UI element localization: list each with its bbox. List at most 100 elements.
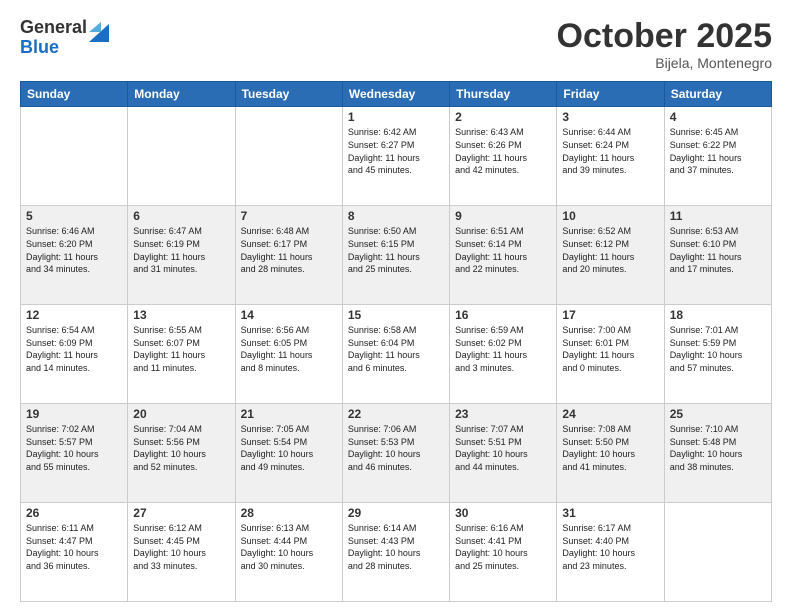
- day-number: 6: [133, 209, 229, 223]
- day-number: 19: [26, 407, 122, 421]
- calendar-cell: 16 Sunrise: 6:59 AM Sunset: 6:02 PM Dayli…: [450, 305, 557, 404]
- day-number: 26: [26, 506, 122, 520]
- calendar-cell: 5 Sunrise: 6:46 AM Sunset: 6:20 PM Daylig…: [21, 206, 128, 305]
- calendar-week-row: 5 Sunrise: 6:46 AM Sunset: 6:20 PM Daylig…: [21, 206, 772, 305]
- day-info: Sunrise: 7:08 AM Sunset: 5:50 PM Dayligh…: [562, 423, 658, 473]
- day-number: 15: [348, 308, 444, 322]
- calendar-cell: 24 Sunrise: 7:08 AM Sunset: 5:50 PM Dayli…: [557, 404, 664, 503]
- calendar-cell: 29 Sunrise: 6:14 AM Sunset: 4:43 PM Dayli…: [342, 503, 449, 602]
- calendar-cell: 1Sunrise: 6:42 AM Sunset: 6:27 PM Daylig…: [342, 107, 449, 206]
- day-number: 4: [670, 110, 766, 124]
- calendar-header-row: Sunday Monday Tuesday Wednesday Thursday…: [21, 82, 772, 107]
- day-info: Sunrise: 6:13 AM Sunset: 4:44 PM Dayligh…: [241, 522, 337, 572]
- day-number: 30: [455, 506, 551, 520]
- day-info: Sunrise: 7:06 AM Sunset: 5:53 PM Dayligh…: [348, 423, 444, 473]
- title-block: October 2025 Bijela, Montenegro: [557, 18, 772, 71]
- col-monday: Monday: [128, 82, 235, 107]
- day-number: 24: [562, 407, 658, 421]
- day-info: Sunrise: 6:42 AM Sunset: 6:27 PM Dayligh…: [348, 126, 444, 176]
- calendar-cell: [128, 107, 235, 206]
- calendar-cell: 9 Sunrise: 6:51 AM Sunset: 6:14 PM Daylig…: [450, 206, 557, 305]
- calendar-week-row: 26Sunrise: 6:11 AM Sunset: 4:47 PM Dayli…: [21, 503, 772, 602]
- header: General Blue October 2025 Bijela, Monten…: [20, 18, 772, 71]
- calendar-cell: [21, 107, 128, 206]
- day-info: Sunrise: 6:16 AM Sunset: 4:41 PM Dayligh…: [455, 522, 551, 572]
- col-thursday: Thursday: [450, 82, 557, 107]
- day-number: 10: [562, 209, 658, 223]
- day-info: Sunrise: 6:54 AM Sunset: 6:09 PM Dayligh…: [26, 324, 122, 374]
- day-number: 9: [455, 209, 551, 223]
- day-info: Sunrise: 7:10 AM Sunset: 5:48 PM Dayligh…: [670, 423, 766, 473]
- day-info: Sunrise: 6:14 AM Sunset: 4:43 PM Dayligh…: [348, 522, 444, 572]
- calendar-cell: 12 Sunrise: 6:54 AM Sunset: 6:09 PM Dayli…: [21, 305, 128, 404]
- calendar-cell: 22 Sunrise: 7:06 AM Sunset: 5:53 PM Dayli…: [342, 404, 449, 503]
- day-info: Sunrise: 6:46 AM Sunset: 6:20 PM Dayligh…: [26, 225, 122, 275]
- day-number: 2: [455, 110, 551, 124]
- calendar-cell: 20Sunrise: 7:04 AM Sunset: 5:56 PM Dayli…: [128, 404, 235, 503]
- day-number: 11: [670, 209, 766, 223]
- calendar-cell: 23Sunrise: 7:07 AM Sunset: 5:51 PM Dayli…: [450, 404, 557, 503]
- logo-blue-text: Blue: [20, 38, 87, 58]
- day-info: Sunrise: 6:52 AM Sunset: 6:12 PM Dayligh…: [562, 225, 658, 275]
- day-info: Sunrise: 7:01 AM Sunset: 5:59 PM Dayligh…: [670, 324, 766, 374]
- calendar-cell: 14 Sunrise: 6:56 AM Sunset: 6:05 PM Dayli…: [235, 305, 342, 404]
- calendar-table: Sunday Monday Tuesday Wednesday Thursday…: [20, 81, 772, 602]
- day-number: 13: [133, 308, 229, 322]
- day-number: 23: [455, 407, 551, 421]
- day-number: 5: [26, 209, 122, 223]
- calendar-cell: 4 Sunrise: 6:45 AM Sunset: 6:22 PM Daylig…: [664, 107, 771, 206]
- day-info: Sunrise: 6:44 AM Sunset: 6:24 PM Dayligh…: [562, 126, 658, 176]
- logo: General Blue: [20, 18, 109, 58]
- calendar-cell: 11 Sunrise: 6:53 AM Sunset: 6:10 PM Dayli…: [664, 206, 771, 305]
- day-number: 14: [241, 308, 337, 322]
- day-info: Sunrise: 6:56 AM Sunset: 6:05 PM Dayligh…: [241, 324, 337, 374]
- day-number: 12: [26, 308, 122, 322]
- day-info: Sunrise: 6:17 AM Sunset: 4:40 PM Dayligh…: [562, 522, 658, 572]
- month-title: October 2025: [557, 18, 772, 55]
- day-info: Sunrise: 6:45 AM Sunset: 6:22 PM Dayligh…: [670, 126, 766, 176]
- day-number: 16: [455, 308, 551, 322]
- day-number: 18: [670, 308, 766, 322]
- calendar-cell: 27Sunrise: 6:12 AM Sunset: 4:45 PM Dayli…: [128, 503, 235, 602]
- day-info: Sunrise: 6:53 AM Sunset: 6:10 PM Dayligh…: [670, 225, 766, 275]
- calendar-cell: 18 Sunrise: 7:01 AM Sunset: 5:59 PM Dayli…: [664, 305, 771, 404]
- day-info: Sunrise: 6:55 AM Sunset: 6:07 PM Dayligh…: [133, 324, 229, 374]
- calendar-cell: 17Sunrise: 7:00 AM Sunset: 6:01 PM Dayli…: [557, 305, 664, 404]
- calendar-cell: 31Sunrise: 6:17 AM Sunset: 4:40 PM Dayli…: [557, 503, 664, 602]
- col-tuesday: Tuesday: [235, 82, 342, 107]
- calendar-cell: 15 Sunrise: 6:58 AM Sunset: 6:04 PM Dayli…: [342, 305, 449, 404]
- day-info: Sunrise: 7:04 AM Sunset: 5:56 PM Dayligh…: [133, 423, 229, 473]
- calendar-cell: 25 Sunrise: 7:10 AM Sunset: 5:48 PM Dayli…: [664, 404, 771, 503]
- day-number: 22: [348, 407, 444, 421]
- col-sunday: Sunday: [21, 82, 128, 107]
- calendar-week-row: 1Sunrise: 6:42 AM Sunset: 6:27 PM Daylig…: [21, 107, 772, 206]
- day-number: 25: [670, 407, 766, 421]
- col-saturday: Saturday: [664, 82, 771, 107]
- day-info: Sunrise: 6:48 AM Sunset: 6:17 PM Dayligh…: [241, 225, 337, 275]
- day-info: Sunrise: 7:02 AM Sunset: 5:57 PM Dayligh…: [26, 423, 122, 473]
- page: General Blue October 2025 Bijela, Monten…: [0, 0, 792, 612]
- col-friday: Friday: [557, 82, 664, 107]
- calendar-week-row: 12 Sunrise: 6:54 AM Sunset: 6:09 PM Dayli…: [21, 305, 772, 404]
- calendar-cell: 19 Sunrise: 7:02 AM Sunset: 5:57 PM Dayli…: [21, 404, 128, 503]
- day-number: 27: [133, 506, 229, 520]
- day-info: Sunrise: 6:58 AM Sunset: 6:04 PM Dayligh…: [348, 324, 444, 374]
- day-info: Sunrise: 7:05 AM Sunset: 5:54 PM Dayligh…: [241, 423, 337, 473]
- location: Bijela, Montenegro: [557, 55, 772, 71]
- calendar-cell: 2Sunrise: 6:43 AM Sunset: 6:26 PM Daylig…: [450, 107, 557, 206]
- col-wednesday: Wednesday: [342, 82, 449, 107]
- day-number: 29: [348, 506, 444, 520]
- calendar-cell: 26Sunrise: 6:11 AM Sunset: 4:47 PM Dayli…: [21, 503, 128, 602]
- calendar-cell: 28 Sunrise: 6:13 AM Sunset: 4:44 PM Dayli…: [235, 503, 342, 602]
- day-info: Sunrise: 6:51 AM Sunset: 6:14 PM Dayligh…: [455, 225, 551, 275]
- day-info: Sunrise: 7:00 AM Sunset: 6:01 PM Dayligh…: [562, 324, 658, 374]
- day-number: 28: [241, 506, 337, 520]
- logo-icon: [89, 14, 109, 42]
- calendar-cell: 13 Sunrise: 6:55 AM Sunset: 6:07 PM Dayli…: [128, 305, 235, 404]
- calendar-cell: 3Sunrise: 6:44 AM Sunset: 6:24 PM Daylig…: [557, 107, 664, 206]
- calendar-cell: [235, 107, 342, 206]
- calendar-cell: 7Sunrise: 6:48 AM Sunset: 6:17 PM Daylig…: [235, 206, 342, 305]
- day-info: Sunrise: 6:59 AM Sunset: 6:02 PM Dayligh…: [455, 324, 551, 374]
- day-info: Sunrise: 6:47 AM Sunset: 6:19 PM Dayligh…: [133, 225, 229, 275]
- day-info: Sunrise: 6:50 AM Sunset: 6:15 PM Dayligh…: [348, 225, 444, 275]
